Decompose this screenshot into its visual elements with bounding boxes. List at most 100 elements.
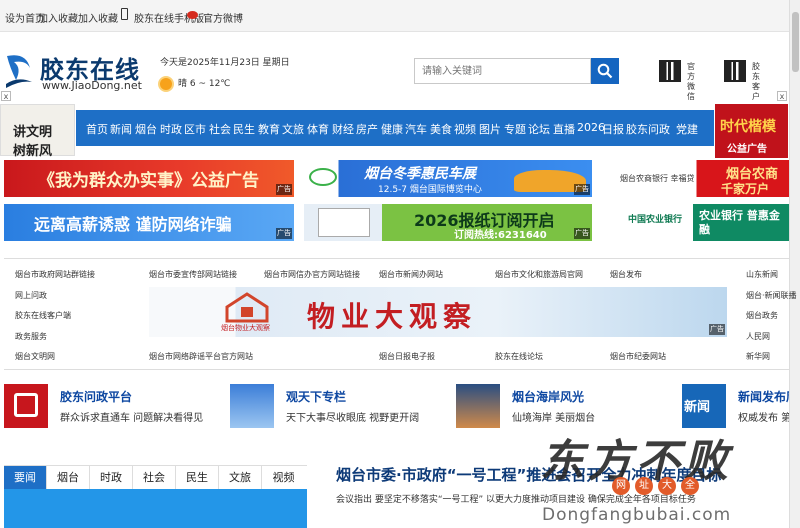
nav-item[interactable]: 区市: [184, 121, 206, 137]
nav-item[interactable]: 论坛: [528, 121, 550, 137]
bank-name: 烟台农商银行 幸福贷: [620, 174, 695, 183]
feature-card[interactable]: 胶东问政平台 群众诉求直通车 问题解决看得见: [4, 384, 224, 430]
nav-item[interactable]: 2026: [577, 121, 605, 134]
feature-thumbnail: 新闻: [682, 384, 726, 428]
tab-panel-image[interactable]: [4, 489, 307, 528]
quick-link[interactable]: 山东新闻: [746, 269, 778, 280]
feature-title[interactable]: 烟台海岸风光: [512, 388, 584, 405]
search-button[interactable]: [591, 58, 619, 84]
quick-link[interactable]: 烟台市纪委网站: [610, 351, 666, 362]
banner-ad-agri-bank[interactable]: 中国农业银行 农业银行 普惠金融: [604, 204, 789, 241]
nav-item[interactable]: 视频: [454, 121, 476, 137]
quick-link[interactable]: 烟台政务: [746, 310, 778, 321]
feature-title[interactable]: 观天下专栏: [286, 388, 346, 405]
banner-ad-car-show[interactable]: 烟台冬季惠民车展 12.5-7 烟台国际博览中心 广告: [304, 160, 592, 197]
banner-title: 物业大观察: [307, 300, 478, 333]
banner-ad-public-service[interactable]: 《我为群众办实事》公益广告 广告: [4, 160, 294, 197]
page-scrollbar[interactable]: [789, 0, 800, 528]
banner-ad-anti-fraud[interactable]: 远离高薪诱惑 谨防网络诈骗 广告: [4, 204, 294, 241]
quick-link[interactable]: 烟台文明网: [15, 351, 55, 362]
nav-item[interactable]: 财经: [332, 121, 354, 137]
nav-item[interactable]: 图片: [479, 121, 501, 137]
nav-item[interactable]: 教育: [258, 121, 280, 137]
right-float-ad[interactable]: 时代楷模 公益广告: [715, 104, 788, 158]
feature-title[interactable]: 新闻发布厅: [738, 388, 789, 405]
tab-news[interactable]: 要闻: [4, 466, 47, 490]
quick-link[interactable]: 烟台市委宣传部网站链接: [149, 269, 237, 280]
banner-sub: 订阅热线:6231640: [454, 230, 547, 241]
nav-item[interactable]: 社会: [209, 121, 231, 137]
tab-culture[interactable]: 文旅: [219, 466, 262, 490]
nav-item[interactable]: 首页: [86, 121, 108, 137]
feature-desc[interactable]: 权威发布 第一时间: [738, 409, 789, 424]
nav-item[interactable]: 文旅: [282, 121, 304, 137]
banner-ad-rural-bank[interactable]: 烟台农商银行 幸福贷 烟台农商 千家万户: [604, 160, 789, 197]
nav-item[interactable]: 健康: [381, 121, 403, 137]
weibo-icon: [187, 11, 198, 19]
quick-link[interactable]: 人民网: [746, 331, 770, 342]
news-label: 新闻: [684, 400, 711, 415]
feature-card[interactable]: 观天下专栏 天下大事尽收眼底 视野更开阔: [230, 384, 450, 430]
ad-tag: 广告: [709, 324, 725, 335]
nav-item[interactable]: 党建: [676, 121, 698, 137]
quick-link[interactable]: 烟台市文化和旅游局官网: [495, 269, 583, 280]
quick-link[interactable]: 烟台市新闻办网站: [379, 269, 443, 280]
ad-tag: 广告: [276, 184, 292, 195]
scrollbar-thumb[interactable]: [792, 12, 799, 72]
nav-item[interactable]: 汽车: [405, 121, 427, 137]
property-banner-ad[interactable]: 烟台物业大观察 物业大观察 广告: [149, 287, 727, 337]
nav-item[interactable]: 新闻: [110, 121, 132, 137]
tab-politics[interactable]: 时政: [90, 466, 133, 490]
tab-livelihood[interactable]: 民生: [176, 466, 219, 490]
quick-link[interactable]: 胶东在线客户端: [15, 310, 71, 321]
news-tabs: 要闻 烟台 时政 社会 民生 文旅 视频: [4, 465, 307, 490]
quick-link[interactable]: 烟台发布: [610, 269, 642, 280]
watermark-url: Dongfangbubai.com: [542, 505, 732, 525]
quick-link[interactable]: 烟台日报电子报: [379, 351, 435, 362]
quick-link[interactable]: 烟台市网信办官方网站链接: [264, 269, 360, 280]
nav-item[interactable]: 房产: [356, 121, 378, 137]
quick-link[interactable]: 网上问政: [15, 290, 47, 301]
nav-item[interactable]: 民生: [233, 121, 255, 137]
close-ad-button[interactable]: x: [777, 91, 787, 101]
feature-desc[interactable]: 仙境海岸 美丽烟台: [512, 409, 595, 424]
tab-society[interactable]: 社会: [133, 466, 176, 490]
quick-link[interactable]: 烟台·新闻联播: [746, 290, 797, 301]
nav-item[interactable]: 美食: [430, 121, 452, 137]
nav-item[interactable]: 时政: [160, 121, 182, 137]
nav-item[interactable]: 直播: [553, 121, 575, 137]
house-icon: [225, 292, 269, 323]
tab-yantai[interactable]: 烟台: [47, 466, 90, 490]
qr-code-icon: [724, 60, 746, 82]
quick-link[interactable]: 烟台市政府网站群链接: [15, 269, 95, 280]
nav-item[interactable]: 体育: [307, 121, 329, 137]
quick-link[interactable]: 新华网: [746, 351, 770, 362]
banner-text: 《我为群众办实事》公益广告: [38, 171, 259, 191]
feature-desc[interactable]: 天下大事尽收眼底 视野更开阔: [286, 409, 419, 424]
tab-video[interactable]: 视频: [262, 466, 305, 490]
feature-card[interactable]: 烟台海岸风光 仙境海岸 美丽烟台: [456, 384, 676, 430]
close-ad-button[interactable]: x: [1, 91, 11, 101]
banner-ad-newspaper[interactable]: 2026报纸订阅开启 订阅热线:6231640 广告: [304, 204, 592, 241]
nav-item[interactable]: 专题: [504, 121, 526, 137]
feature-card[interactable]: 新闻 新闻发布厅 权威发布 第一时间: [682, 384, 789, 430]
nav-item[interactable]: 日报: [602, 121, 624, 137]
add-favorite-link[interactable]: 加入收藏加入收藏: [38, 10, 118, 25]
feature-title[interactable]: 胶东问政平台: [60, 388, 132, 405]
nav-item[interactable]: 烟台: [135, 121, 157, 137]
quick-link[interactable]: 政务服务: [15, 331, 47, 342]
quick-link[interactable]: 胶东在线论坛: [495, 351, 543, 362]
sun-icon: [160, 77, 172, 90]
weibo-link[interactable]: 官方微博: [203, 10, 243, 25]
search-input[interactable]: [414, 58, 591, 84]
ad-title: 时代楷模: [720, 119, 776, 135]
logo-icon[interactable]: [4, 50, 34, 90]
ad-line: 讲文明: [13, 125, 53, 140]
banner-text: 远离高薪诱惑 谨防网络诈骗: [34, 215, 232, 234]
qr-label-1: 官方 微信: [687, 62, 695, 101]
feature-desc[interactable]: 群众诉求直通车 问题解决看得见: [60, 409, 203, 424]
left-float-ad[interactable]: 讲文明 树新风: [0, 104, 75, 159]
watermark-char: 全: [681, 477, 699, 495]
nav-item[interactable]: 胶东问政: [626, 121, 670, 137]
quick-link[interactable]: 烟台市网络辟谣平台官方网站: [149, 351, 253, 362]
